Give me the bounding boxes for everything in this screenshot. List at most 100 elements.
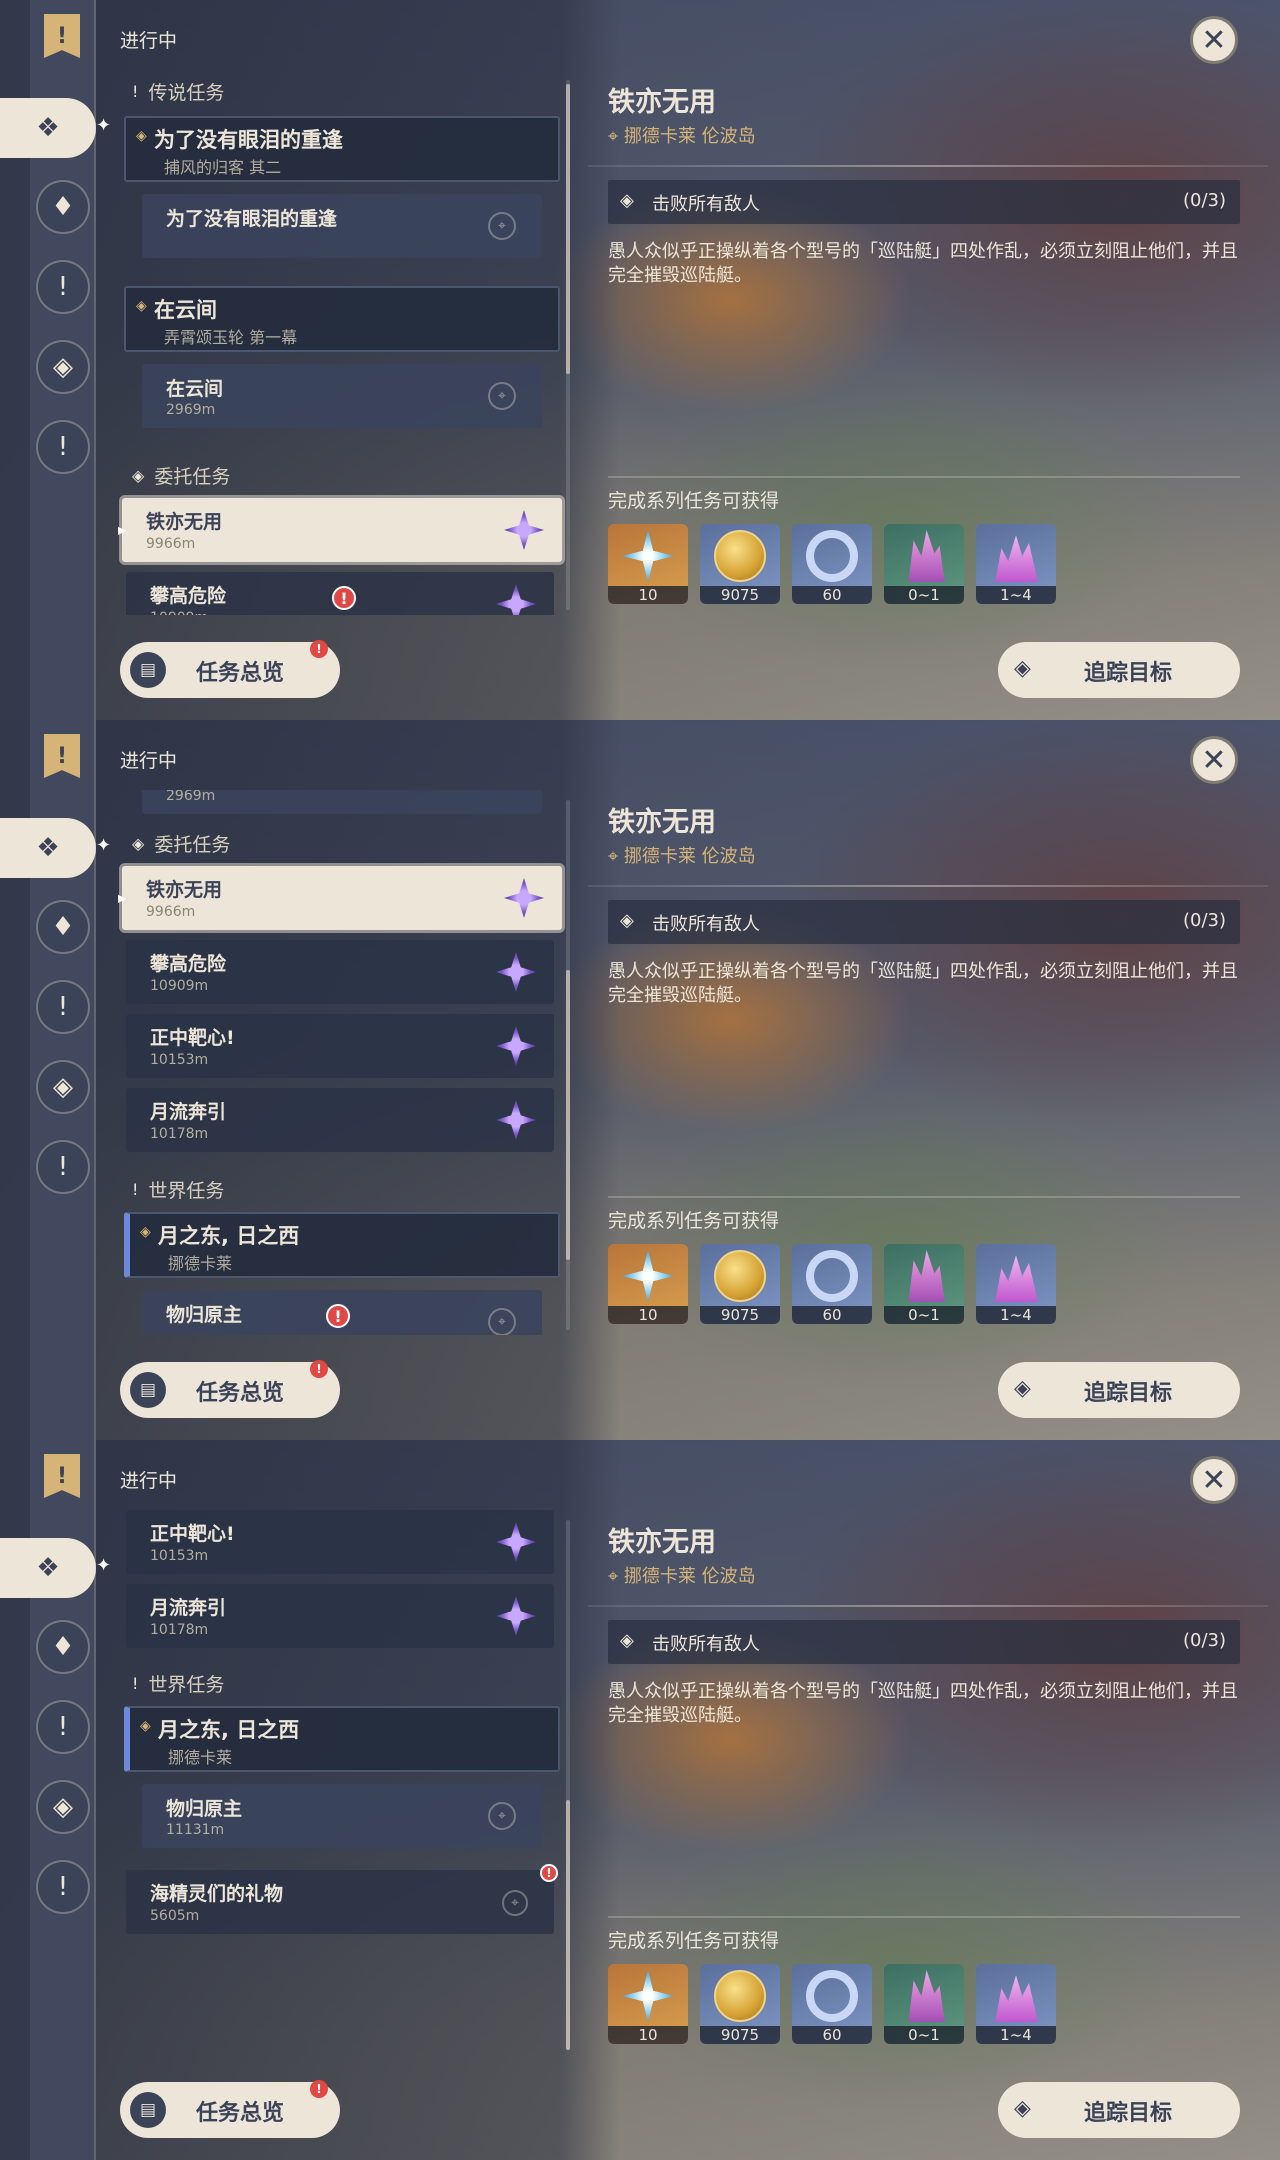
quest-step[interactable]: 物归原主 ! ⌖ bbox=[142, 1290, 542, 1335]
reward-item[interactable]: 0~1 bbox=[884, 524, 964, 604]
diamond-outline-icon: ◈ bbox=[132, 834, 145, 853]
quest-title: 铁亦无用 bbox=[146, 879, 223, 901]
map-pin-icon[interactable]: ⌖ bbox=[488, 382, 516, 410]
track-label: 追踪目标 bbox=[1084, 2101, 1173, 2126]
reward-qty: 9075 bbox=[700, 586, 780, 604]
reward-item[interactable]: 60 bbox=[792, 524, 872, 604]
quest-header[interactable]: ◈ 为了没有眼泪的重逢 捕风的归客 其二 bbox=[124, 116, 560, 182]
reward-item[interactable]: 10 bbox=[608, 1244, 688, 1324]
archon-quest-icon[interactable]: ♦ bbox=[36, 1620, 90, 1674]
commission-item[interactable]: 正中靶心! 10153m bbox=[126, 1014, 554, 1078]
track-target-button[interactable]: ◈ 追踪目标 bbox=[998, 2082, 1240, 2138]
quest-header[interactable]: ◈ 在云间 弄霄颂玉轮 第一幕 bbox=[124, 286, 560, 352]
world-quest-icon[interactable]: ! bbox=[36, 1860, 90, 1914]
quest-step[interactable]: 2969m bbox=[142, 790, 542, 814]
commission-item[interactable]: 攀高危险 10909m bbox=[126, 940, 554, 1004]
primogem-icon bbox=[622, 530, 674, 582]
commission-quest-icon[interactable]: ◈ bbox=[36, 340, 90, 394]
reward-item[interactable]: 1~4 bbox=[976, 1244, 1056, 1324]
world-quest-icon[interactable]: ! bbox=[36, 1140, 90, 1194]
legend-quest-icon[interactable]: ! bbox=[36, 260, 90, 314]
quest-step[interactable]: 在云间 2969m ⌖ bbox=[142, 364, 542, 428]
scrollbar-thumb[interactable] bbox=[566, 1800, 570, 2050]
commission-filter-icon[interactable]: ❖ bbox=[0, 1538, 96, 1598]
map-pin-icon[interactable]: ⌖ bbox=[488, 212, 516, 240]
quest-overview-button[interactable]: ▤ 任务总览 ! bbox=[120, 1360, 340, 1418]
track-target-button[interactable]: ◈ 追踪目标 bbox=[998, 642, 1240, 698]
close-button[interactable]: ✕ bbox=[1190, 16, 1238, 64]
quest-step[interactable]: 为了没有眼泪的重逢 ⌖ bbox=[142, 194, 542, 258]
reward-item[interactable]: 60 bbox=[792, 1244, 872, 1324]
reward-item[interactable]: 0~1 bbox=[884, 1964, 964, 2044]
objective-count: (0/3) bbox=[1182, 1630, 1226, 1651]
category-label: 传说任务 bbox=[148, 82, 225, 104]
reward-item[interactable]: 1~4 bbox=[976, 1964, 1056, 2044]
rewards-row: 10 9075 60 0~1 1~4 bbox=[608, 524, 1056, 604]
alert-dot-icon: ! bbox=[310, 1360, 328, 1378]
reward-item[interactable]: 10 bbox=[608, 1964, 688, 2044]
scrollbar-thumb[interactable] bbox=[566, 84, 570, 374]
screenshot-panel-1: ! ❖ ✦ ♦ ! ◈ ! 进行中 ✕ ! 传说任务 ◈ 为了没有眼泪的重逢 捕风… bbox=[0, 0, 1280, 720]
commission-item[interactable]: 正中靶心! 10153m bbox=[126, 1510, 554, 1574]
commission-quest-icon[interactable]: ◈ bbox=[36, 1060, 90, 1114]
reward-item[interactable]: 0~1 bbox=[884, 1244, 964, 1324]
map-pin-icon[interactable]: ⌖ bbox=[502, 1890, 528, 1916]
commission-item[interactable]: 攀高危险 10909m ! bbox=[126, 572, 554, 615]
reward-qty: 1~4 bbox=[976, 2026, 1056, 2044]
track-target-button[interactable]: ◈ 追踪目标 bbox=[998, 1362, 1240, 1418]
adventure-exp-icon bbox=[806, 1970, 858, 2022]
quest-header[interactable]: ◈ 月之东, 日之西 挪德卡莱 bbox=[124, 1212, 560, 1278]
commission-filter-icon[interactable]: ❖ bbox=[0, 98, 96, 158]
map-pin-icon[interactable]: ⌖ bbox=[488, 1308, 516, 1335]
objective-diamond-icon: ◈ bbox=[620, 910, 634, 931]
track-label: 追踪目标 bbox=[1084, 661, 1173, 686]
quest-header[interactable]: ◈ 月之东, 日之西 挪德卡莱 bbox=[124, 1706, 560, 1772]
sparkle-icon: ✦ bbox=[96, 1555, 112, 1576]
reward-item[interactable]: 60 bbox=[792, 1964, 872, 2044]
reward-qty: 10 bbox=[608, 1306, 688, 1324]
map-pin-icon[interactable]: ⌖ bbox=[488, 1802, 516, 1830]
commission-filter-icon[interactable]: ❖ bbox=[0, 818, 96, 878]
detail-title: 铁亦无用 bbox=[608, 87, 716, 118]
category-label: 世界任务 bbox=[148, 1180, 225, 1202]
quest-overview-button[interactable]: ▤ 任务总览 ! bbox=[120, 2080, 340, 2138]
quest-chapter: 捕风的归客 其二 bbox=[164, 158, 282, 177]
exclamation-icon: ! bbox=[132, 82, 139, 101]
reward-item[interactable]: 9075 bbox=[700, 1964, 780, 2044]
commission-quest-icon[interactable]: ◈ bbox=[36, 1780, 90, 1834]
world-quest-icon[interactable]: ! bbox=[36, 420, 90, 474]
archon-quest-icon[interactable]: ♦ bbox=[36, 180, 90, 234]
close-button[interactable]: ✕ bbox=[1190, 736, 1238, 784]
objective-diamond-icon: ◈ bbox=[620, 190, 634, 211]
category-legend: ! 传说任务 bbox=[132, 78, 224, 105]
sparkle-icon: ✦ bbox=[96, 115, 112, 136]
reward-item[interactable]: 9075 bbox=[700, 524, 780, 604]
legend-quest-icon[interactable]: ! bbox=[36, 980, 90, 1034]
commission-badge-icon bbox=[504, 510, 544, 550]
crystal-cluster-icon bbox=[995, 535, 1038, 582]
diamond-icon: ◈ bbox=[136, 128, 147, 144]
reward-item[interactable]: 10 bbox=[608, 524, 688, 604]
location-text: 挪德卡莱 伦波岛 bbox=[623, 846, 756, 867]
diamond-icon: ◈ bbox=[140, 1224, 151, 1240]
commission-item[interactable]: 月流奔引 10178m bbox=[126, 1584, 554, 1648]
scrollbar-thumb[interactable] bbox=[566, 970, 570, 1260]
quest-overview-button[interactable]: ▤ 任务总览 ! bbox=[120, 640, 340, 698]
world-quest-item[interactable]: 海精灵们的礼物 5605m ! ⌖ bbox=[126, 1864, 558, 1934]
quest-title: 为了没有眼泪的重逢 bbox=[154, 128, 343, 152]
legend-quest-icon[interactable]: ! bbox=[36, 1700, 90, 1754]
commission-item[interactable]: ▶ 铁亦无用 9966m bbox=[118, 498, 562, 562]
location-pin-icon: ⌖ bbox=[608, 1566, 624, 1587]
divider bbox=[588, 1605, 1268, 1607]
commission-item[interactable]: 月流奔引 10178m bbox=[126, 1088, 554, 1152]
close-button[interactable]: ✕ bbox=[1190, 1456, 1238, 1504]
archon-quest-icon[interactable]: ♦ bbox=[36, 900, 90, 954]
reward-qty: 10 bbox=[608, 586, 688, 604]
rewards-row: 10 9075 60 0~1 1~4 bbox=[608, 1244, 1056, 1324]
commission-item[interactable]: ▶ 铁亦无用 9966m bbox=[118, 866, 562, 930]
reward-qty: 0~1 bbox=[884, 2026, 964, 2044]
reward-item[interactable]: 1~4 bbox=[976, 524, 1056, 604]
divider bbox=[608, 1916, 1240, 1918]
reward-item[interactable]: 9075 bbox=[700, 1244, 780, 1324]
quest-step[interactable]: 物归原主 11131m ⌖ bbox=[142, 1784, 542, 1848]
